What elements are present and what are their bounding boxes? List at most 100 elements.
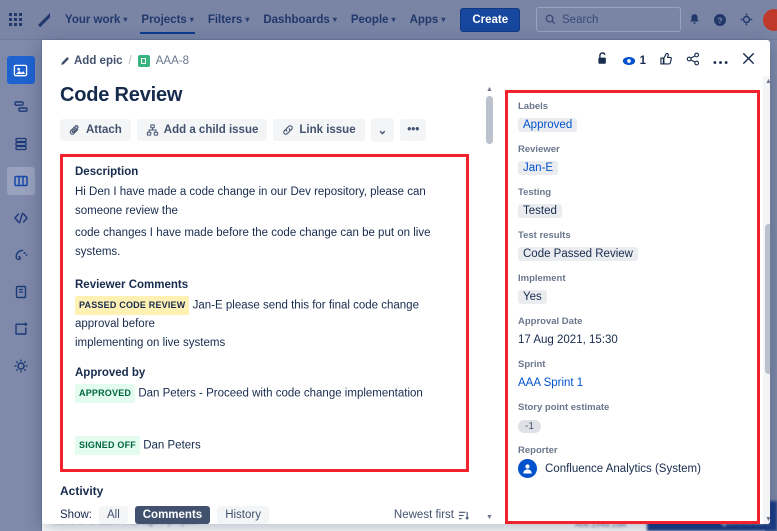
nav-label: Filters [208, 14, 243, 26]
child-issue-icon [146, 124, 159, 136]
sidebar-item-project[interactable] [7, 56, 35, 84]
paperclip-icon [69, 124, 81, 136]
link-icon [282, 124, 294, 136]
attach-button[interactable]: Attach [60, 119, 131, 141]
nav-label: Projects [141, 14, 186, 26]
activity-filter-all[interactable]: All [99, 506, 128, 524]
toolbar-more-dropdown[interactable]: ⌄ [371, 118, 395, 142]
attach-label: Attach [86, 124, 122, 136]
user-avatar[interactable] [763, 9, 777, 31]
sidebar-item-roadmap[interactable] [7, 93, 35, 121]
pencil-icon [60, 56, 70, 66]
reporter-name: Confluence Analytics (System) [545, 463, 701, 475]
unlock-icon[interactable] [596, 51, 609, 71]
field-story-points: Story point estimate -1 [518, 402, 747, 434]
field-reviewer: Reviewer Jan-E [518, 144, 747, 176]
nav-label: People [351, 14, 389, 26]
chevron-down-icon: ▾ [333, 16, 337, 24]
activity-heading: Activity [60, 484, 469, 498]
signed-off-line: SIGNED OFF Dan Peters [75, 436, 454, 455]
page-title: Code Review [60, 84, 497, 107]
field-label: Reviewer [518, 144, 747, 155]
share-icon[interactable] [686, 52, 700, 71]
modal-header: Add epic / AAA-8 1 [42, 40, 770, 82]
field-label: Test results [518, 230, 747, 241]
scrollbar-thumb[interactable] [486, 96, 493, 144]
field-value[interactable]: Code Passed Review [518, 247, 638, 261]
scroll-down-arrow[interactable]: ▼ [484, 512, 495, 522]
add-child-issue-button[interactable]: Add a child issue [137, 119, 268, 141]
activity-sort-button[interactable]: Newest first [394, 509, 469, 521]
toolbar-more-actions[interactable]: ••• [400, 119, 426, 141]
field-test-results: Test results Code Passed Review [518, 230, 747, 262]
field-label: Labels [518, 101, 747, 112]
approved-by-line: APPROVED Dan Peters - Proceed with code … [75, 384, 454, 403]
sort-label: Newest first [394, 509, 454, 521]
link-issue-button[interactable]: Link issue [273, 119, 364, 141]
nav-item-projects[interactable]: Projects ▾ [134, 0, 200, 40]
field-value[interactable]: Approved [518, 118, 577, 132]
search-icon [545, 14, 556, 25]
sort-descending-icon [458, 510, 469, 521]
jira-logo-icon[interactable] [30, 12, 58, 28]
reviewer-comment-line-2: implementing on live systems [75, 334, 454, 353]
show-label: Show: [60, 509, 92, 521]
nav-item-your-work[interactable]: Your work ▾ [58, 0, 134, 40]
watch-button[interactable]: 1 [622, 54, 646, 68]
breadcrumb: Add epic / AAA-8 [60, 55, 189, 67]
field-label: Sprint [518, 359, 747, 370]
activity-filter-history[interactable]: History [217, 506, 269, 524]
reporter-row[interactable]: Confluence Analytics (System) [518, 459, 747, 478]
add-epic-label: Add epic [74, 55, 123, 67]
field-labels: Labels Approved [518, 101, 747, 133]
sidebar-item-backlog[interactable] [7, 130, 35, 158]
field-label: Story point estimate [518, 402, 747, 413]
sidebar-item-board[interactable] [7, 167, 35, 195]
nav-item-filters[interactable]: Filters ▾ [201, 0, 257, 40]
approved-badge: APPROVED [75, 384, 135, 403]
nav-label: Your work [65, 14, 120, 26]
nav-item-apps[interactable]: Apps ▾ [403, 0, 453, 40]
left-column-scrollbar[interactable]: ▲ ▼ [484, 84, 495, 522]
sidebar-item-project-settings[interactable] [7, 352, 35, 380]
description-highlight-box: Description Hi Den I have made a code ch… [60, 154, 469, 472]
breadcrumb-separator: / [129, 55, 132, 67]
thumbs-up-icon[interactable] [659, 52, 673, 71]
sidebar-item-code[interactable] [7, 204, 35, 232]
passed-code-review-badge: PASSED CODE REVIEW [75, 296, 189, 315]
field-value[interactable]: -1 [518, 420, 541, 433]
scrollbar-thumb[interactable] [765, 224, 770, 374]
more-actions-icon[interactable] [713, 52, 728, 70]
sidebar-item-pages[interactable] [7, 278, 35, 306]
add-epic-link[interactable]: Add epic [60, 55, 123, 67]
watch-eye-icon [622, 54, 636, 68]
sidebar-item-releases[interactable] [7, 241, 35, 269]
field-value[interactable]: Yes [518, 290, 547, 304]
apps-grid-icon[interactable] [0, 13, 30, 26]
field-value[interactable]: Tested [518, 204, 562, 218]
field-value[interactable]: AAA Sprint 1 [518, 377, 583, 389]
search-input[interactable]: Search [536, 7, 681, 32]
nav-label: Apps [410, 14, 439, 26]
issue-key-link[interactable]: AAA-8 [156, 55, 189, 67]
approved-text: Dan Peters - Proceed with code change im… [138, 388, 422, 400]
create-button[interactable]: Create [460, 8, 520, 32]
help-icon[interactable]: ? [707, 0, 733, 40]
field-value[interactable]: Jan-E [518, 161, 558, 175]
scroll-up-arrow[interactable]: ▲ [763, 76, 770, 86]
nav-item-people[interactable]: People ▾ [344, 0, 403, 40]
scroll-down-arrow[interactable]: ▼ [763, 514, 770, 524]
gear-icon[interactable] [733, 0, 759, 40]
issue-details-column: Labels Approved Reviewer Jan-E Testing T… [497, 82, 770, 524]
field-value[interactable]: 17 Aug 2021, 15:30 [518, 334, 618, 346]
activity-filter-comments[interactable]: Comments [135, 506, 210, 524]
bell-icon[interactable] [681, 0, 707, 40]
add-child-issue-label: Add a child issue [164, 124, 259, 136]
close-icon[interactable] [741, 51, 756, 71]
sidebar-item-add-shortcut[interactable] [7, 315, 35, 343]
scroll-up-arrow[interactable]: ▲ [484, 84, 495, 94]
nav-item-dashboards[interactable]: Dashboards ▾ [256, 0, 343, 40]
modal-scrollbar[interactable]: ▲ ▼ [763, 76, 770, 524]
description-line-1: Hi Den I have made a code change in our … [75, 183, 454, 221]
nav-label: Dashboards [263, 14, 329, 26]
